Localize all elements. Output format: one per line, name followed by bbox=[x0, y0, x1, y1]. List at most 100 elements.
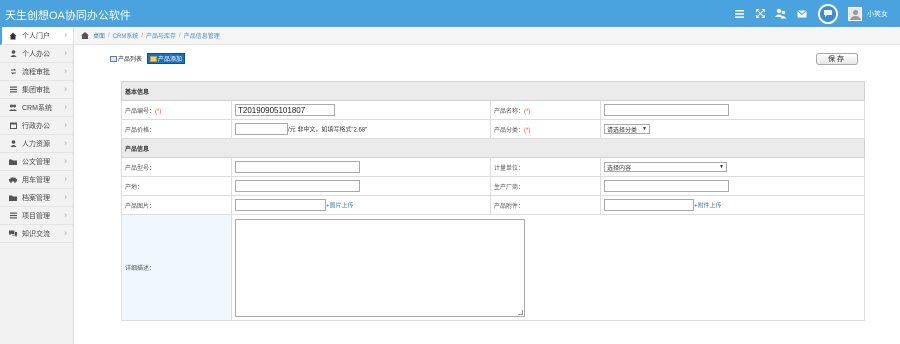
chevron-right-icon: › bbox=[64, 194, 67, 201]
chevron-right-icon: › bbox=[64, 176, 67, 183]
main-content: 产品列表 产品添加 保存 基本信息 产品编号：(*) T201909051018… bbox=[75, 45, 900, 344]
field-cell: +附件上传 bbox=[599, 195, 866, 215]
comments-icon bbox=[9, 230, 17, 238]
sidebar-item-vehicles[interactable]: 用车管理 › bbox=[0, 171, 73, 189]
maker-input[interactable] bbox=[604, 180, 729, 192]
add-icon bbox=[150, 55, 158, 62]
image-upload-link[interactable]: +图片上传 bbox=[326, 204, 354, 210]
field-cell: 选择内容 ▼ bbox=[599, 157, 866, 177]
field-label: 详细描述： bbox=[121, 214, 232, 321]
chevron-right-icon: › bbox=[64, 230, 67, 237]
sidebar-item-label: 项目管理 bbox=[22, 212, 50, 220]
field-label: 产品价格： bbox=[121, 119, 232, 139]
sidebar-item-admin-office[interactable]: 行政办公 › bbox=[0, 117, 73, 135]
attachment-upload-link[interactable]: +附件上传 bbox=[694, 204, 722, 210]
chat-button[interactable] bbox=[818, 3, 838, 24]
save-button[interactable]: 保存 bbox=[816, 53, 858, 65]
sidebar-item-label: 用车管理 bbox=[22, 176, 50, 184]
origin-input[interactable] bbox=[235, 180, 360, 192]
folder-icon bbox=[9, 158, 17, 166]
flow-icon bbox=[9, 68, 17, 76]
image-input[interactable] bbox=[235, 199, 326, 211]
app-title: 天生创想OA协同办公软件 bbox=[5, 10, 131, 22]
model-input[interactable] bbox=[235, 161, 360, 173]
sidebar-item-label: 行政办公 bbox=[22, 122, 50, 130]
list-icon bbox=[9, 86, 17, 94]
sidebar-item-label: CRM系统 bbox=[22, 104, 52, 112]
user-icon bbox=[9, 50, 17, 58]
sidebar-item-knowledge[interactable]: 知识交流 › bbox=[0, 225, 73, 243]
mail-icon[interactable] bbox=[795, 7, 809, 21]
list-icon bbox=[9, 212, 17, 220]
section-title: 产品信息 bbox=[120, 138, 866, 158]
fullscreen-icon[interactable] bbox=[753, 7, 767, 21]
chat-icon bbox=[824, 10, 832, 17]
field-label: 产品图片： bbox=[121, 195, 232, 215]
sidebar-item-projects[interactable]: 项目管理 › bbox=[0, 207, 73, 225]
unit-select[interactable]: 选择内容 ▼ bbox=[604, 162, 727, 172]
required-mark: (*) bbox=[524, 127, 531, 134]
product-list-label: 产品列表 bbox=[118, 57, 143, 63]
product-list-button[interactable]: 产品列表 bbox=[108, 53, 144, 64]
field-cell bbox=[231, 176, 491, 196]
attachment-input[interactable] bbox=[604, 199, 694, 211]
breadcrumb-current[interactable]: 产品信息管理 bbox=[184, 31, 220, 40]
avatar[interactable] bbox=[848, 6, 862, 21]
sidebar-item-label: 档案管理 bbox=[22, 194, 50, 202]
menu-icon[interactable] bbox=[732, 7, 746, 21]
sidebar-item-group-approval[interactable]: 集团审批 › bbox=[0, 81, 73, 99]
sidebar-item-documents[interactable]: 公文管理 › bbox=[0, 153, 73, 171]
sidebar-item-hr[interactable]: 人力资源 › bbox=[0, 135, 73, 153]
field-label: 产品分类：(*) bbox=[490, 119, 601, 139]
price-input[interactable] bbox=[235, 123, 288, 135]
username[interactable]: 小笑女 bbox=[867, 9, 888, 19]
sidebar-item-archives[interactable]: 档案管理 › bbox=[0, 189, 73, 207]
field-label: 产品附件： bbox=[490, 195, 601, 215]
field-label: 产品名称：(*) bbox=[490, 100, 601, 120]
breadcrumb: 桌面 / CRM系统 / 产品与库存 / 产品信息管理 bbox=[75, 27, 900, 45]
section-header-basic: 基本信息 bbox=[120, 81, 866, 101]
chevron-right-icon: › bbox=[64, 68, 67, 75]
sidebar-item-label: 个人门户 bbox=[22, 32, 50, 40]
chevron-right-icon: › bbox=[64, 140, 67, 147]
description-textarea[interactable] bbox=[235, 218, 525, 317]
field-cell: T20190905101807 bbox=[231, 100, 491, 120]
field-cell bbox=[599, 100, 866, 120]
sidebar-item-label: 公文管理 bbox=[22, 158, 50, 166]
field-label: 产地： bbox=[121, 176, 232, 196]
breadcrumb-separator: / bbox=[141, 32, 144, 39]
sidebar-item-flow-approval[interactable]: 流程审批 › bbox=[0, 63, 73, 81]
sidebar-item-label: 知识交流 bbox=[22, 230, 50, 238]
product-add-button[interactable]: 产品添加 bbox=[147, 53, 186, 64]
product-add-label: 产品添加 bbox=[158, 57, 183, 63]
field-cell bbox=[599, 176, 866, 196]
breadcrumb-separator: / bbox=[108, 32, 110, 39]
form-row: 产品图片： +图片上传 产品附件： +附件上传 bbox=[121, 195, 866, 215]
product-no-input[interactable]: T20190905101807 bbox=[235, 104, 335, 116]
field-cell: +图片上传 bbox=[231, 195, 491, 215]
chevron-right-icon: › bbox=[64, 122, 67, 129]
users-icon bbox=[9, 104, 17, 112]
category-select[interactable]: 请选择分类 ▼ bbox=[604, 124, 650, 134]
breadcrumb-separator: / bbox=[179, 32, 181, 39]
chevron-right-icon: › bbox=[64, 104, 67, 111]
sidebar-item-personal-office[interactable]: 个人办公 › bbox=[0, 45, 73, 63]
folder-icon bbox=[9, 194, 17, 202]
sidebar-item-crm[interactable]: CRM系统 › bbox=[0, 99, 73, 117]
field-cell bbox=[230, 214, 866, 321]
field-label: 产品型号： bbox=[121, 157, 232, 177]
breadcrumb-crm[interactable]: CRM系统 bbox=[113, 31, 139, 40]
sidebar-item-portal[interactable]: 个人门户 › bbox=[0, 27, 73, 45]
car-icon bbox=[9, 176, 17, 184]
field-cell: /元 非中文，如填写格式"2.68" bbox=[231, 119, 491, 139]
form-row: 产地： 生产厂商： bbox=[121, 176, 866, 196]
breadcrumb-home[interactable]: 桌面 bbox=[93, 31, 105, 40]
field-label: 计量单位： bbox=[490, 157, 601, 177]
form-row: 详细描述： bbox=[121, 214, 866, 321]
field-label: 生产厂商： bbox=[490, 176, 601, 196]
product-name-input[interactable] bbox=[604, 104, 729, 116]
breadcrumb-inventory[interactable]: 产品与库存 bbox=[146, 31, 176, 40]
dropdown-arrow-icon: ▼ bbox=[642, 126, 647, 132]
user-group-icon[interactable] bbox=[774, 7, 788, 21]
form-row: 产品编号：(*) T20190905101807 产品名称：(*) bbox=[121, 100, 866, 120]
